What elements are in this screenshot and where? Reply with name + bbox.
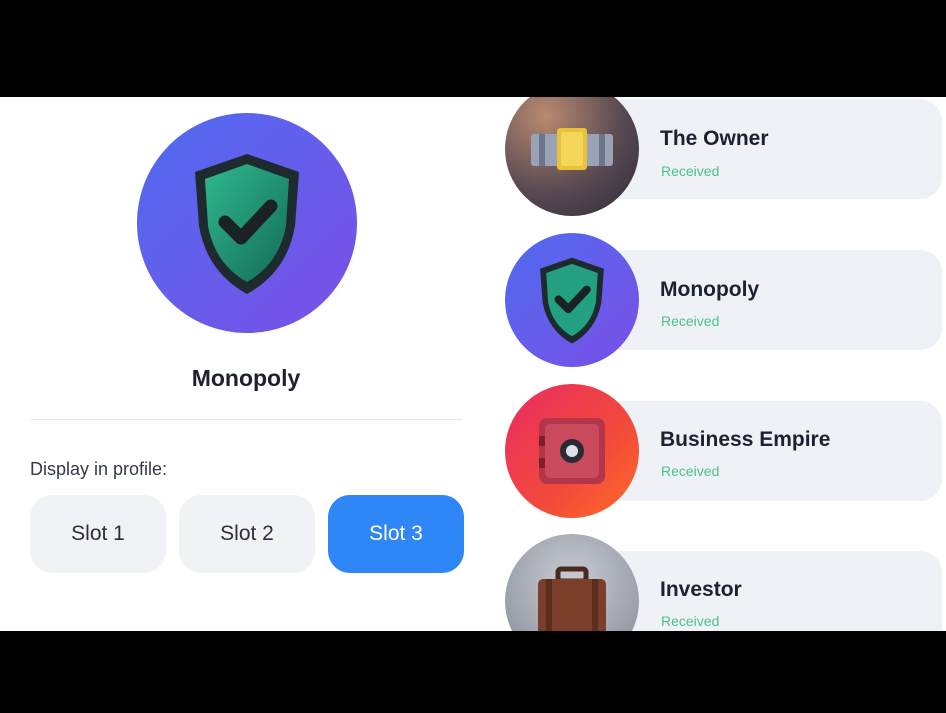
shield-check-icon [540,257,604,344]
slot-2-button[interactable]: Slot 2 [179,495,315,573]
achievement-icon-circle [505,384,639,518]
selected-achievement-badge [137,113,357,333]
slot-1-button[interactable]: Slot 1 [30,495,166,573]
achievement-name: Investor [660,578,742,601]
slot-3-button[interactable]: Slot 3 [328,495,464,573]
achievement-status: Received [661,463,720,479]
display-in-profile-label: Display in profile: [30,459,168,479]
achievements-screen: Monopoly Display in profile: Slot 1 Slot… [0,97,946,631]
briefcase-icon [538,566,606,631]
achievement-icon-circle [505,534,639,631]
achievement-name: Monopoly [660,278,760,301]
shield-check-icon [195,154,299,294]
achievement-status: Received [661,163,720,179]
achievement-card-the-owner[interactable] [600,99,942,199]
achievement-card-investor[interactable] [600,551,942,631]
safe-icon [539,418,605,484]
achievement-name: The Owner [660,127,769,150]
achievement-status: Received [661,613,720,629]
letterbox-bottom [0,631,946,713]
achievement-name: Business Empire [660,428,831,451]
money-stack-icon [531,128,613,170]
achievement-status: Received [661,313,720,329]
divider [30,419,462,420]
achievement-card-monopoly[interactable] [600,250,942,350]
letterbox-top [0,0,946,97]
selected-achievement-title: Monopoly [191,365,301,391]
achievement-icon-circle [505,233,639,367]
